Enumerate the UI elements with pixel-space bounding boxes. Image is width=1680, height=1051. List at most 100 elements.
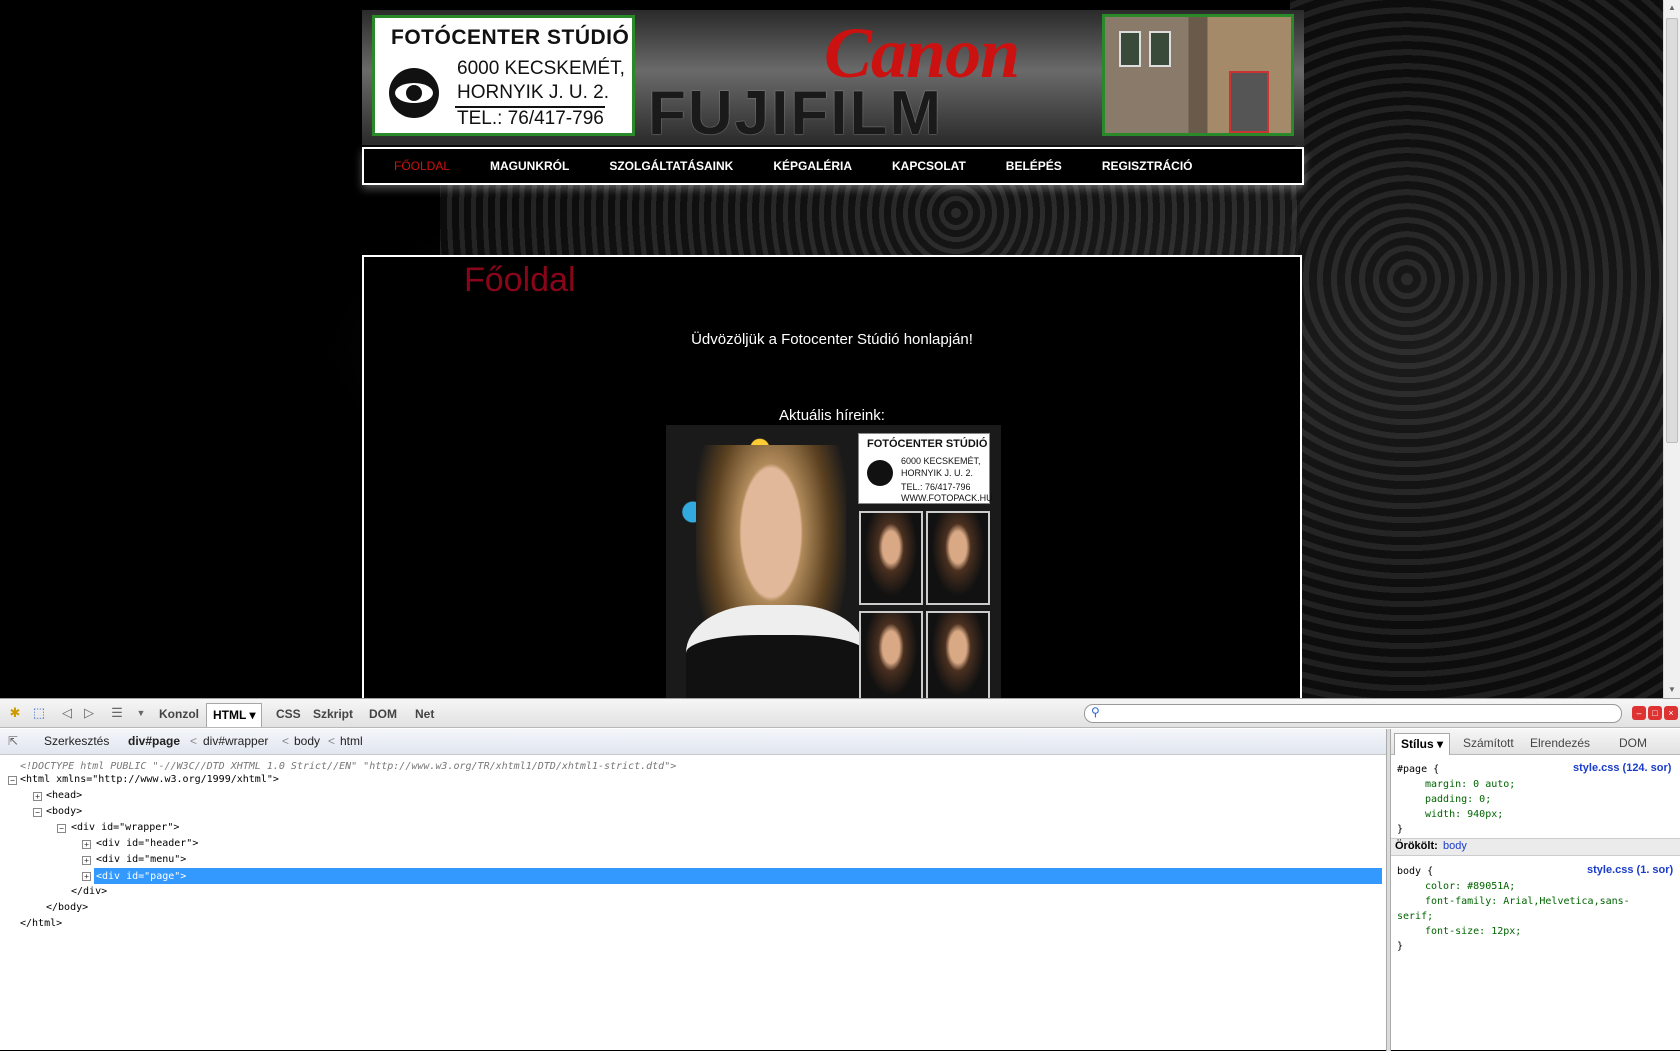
menu-item-kapcsolat[interactable]: KAPCSOLAT [892,159,966,173]
close-icon[interactable]: × [1664,706,1678,720]
collapse-icon[interactable]: − [33,808,42,817]
page-node-selected[interactable]: <div id="page"> [96,869,186,884]
edit-button[interactable]: Szerkesztés [44,734,109,748]
scroll-up-icon[interactable]: ▲ [1664,0,1680,16]
menu-item-regisztracio[interactable]: REGISZTRÁCIÓ [1102,159,1193,173]
css-property[interactable]: margin: 0 auto; [1425,777,1515,792]
eye-logo-icon [867,460,893,486]
poster-thumbnail [926,611,990,698]
selected-row-highlight [94,868,1382,884]
tab-szkript[interactable]: Szkript [307,703,359,727]
crumb-div-wrapper[interactable]: div#wrapper [203,734,268,748]
expand-icon[interactable]: + [33,792,42,801]
html-close[interactable]: </html> [20,916,62,931]
tab-szamitott[interactable]: Számított [1457,733,1520,755]
menu-item-belepes[interactable]: BELÉPÉS [1006,159,1062,173]
logo-phone: TEL.: 76/417-796 [457,108,604,129]
back-icon[interactable]: ◁ [58,704,76,722]
css-selector-body[interactable]: body { [1397,864,1433,879]
tab-konzol[interactable]: Konzol [153,703,205,727]
tab-dom-side[interactable]: DOM [1613,733,1653,755]
breadcrumb: ⇱ Szerkesztés div#page < div#wrapper < b… [0,729,1386,755]
tab-html-label: HTML [213,708,247,722]
crumb-separator: < [190,734,198,748]
search-icon: ⚲ [1091,705,1100,719]
menu-node[interactable]: <div id="menu"> [96,852,186,867]
expand-icon[interactable]: + [82,872,91,881]
eye-logo-icon [389,68,439,118]
body-node[interactable]: <body> [46,804,82,819]
collapse-icon[interactable]: − [57,824,66,833]
tab-dom[interactable]: DOM [363,703,403,727]
poster-logo-line: 6000 KECSKEMÉT, [901,456,981,466]
forward-icon[interactable]: ▷ [80,704,98,722]
header-node[interactable]: <div id="header"> [96,836,198,851]
head-node[interactable]: <head> [46,788,82,803]
minimize-icon[interactable]: – [1632,706,1646,720]
css-property[interactable]: color: #89051A; [1425,879,1515,894]
site-logo[interactable]: FOTÓCENTER STÚDIÓ 6000 KECSKEMÉT, HORNYI… [372,15,635,136]
shop-photo [1102,14,1294,136]
firebug-panel: ✱ ⬚ ◁ ▷ ☰ ▼ Konzol HTML ▾ CSS Szkript DO… [0,698,1680,1051]
poster-logo-line: HORNYIK J. U. 2. [901,468,974,478]
logo-address-line: HORNYIK J. U. 2. [457,82,610,103]
body-close[interactable]: </body> [46,900,88,915]
dropdown-icon[interactable]: ▼ [132,704,150,722]
firebug-icon[interactable]: ✱ [6,704,24,722]
shop-door [1229,71,1269,133]
news-poster-image[interactable]: FOTÓCENTER STÚDIÓ 6000 KECSKEMÉT, HORNYI… [666,425,1001,698]
css-property[interactable]: padding: 0; [1425,792,1491,807]
wrapper-close[interactable]: </div> [71,884,107,899]
site-header: FOTÓCENTER STÚDIÓ 6000 KECSKEMÉT, HORNYI… [362,10,1304,148]
page-title: Főoldal [464,261,576,299]
devtools-toolbar: ✱ ⬚ ◁ ▷ ☰ ▼ Konzol HTML ▾ CSS Szkript DO… [0,699,1680,728]
crumb-body[interactable]: body [294,734,320,748]
detach-icon[interactable]: □ [1648,706,1662,720]
crumb-div-page[interactable]: div#page [128,734,180,748]
css-property[interactable]: font-family: Arial,Helvetica,sans- [1425,894,1630,909]
poster-thumbnail [926,511,990,605]
scrollbar-thumb[interactable] [1666,18,1678,443]
inherited-from-link[interactable]: body [1443,840,1467,852]
menu-item-magunkrol[interactable]: MAGUNKRÓL [490,159,569,173]
page-scrollbar[interactable]: ▲ ▼ [1663,0,1680,698]
welcome-text: Üdvözöljük a Fotocenter Stúdió honlapján… [691,331,973,348]
tab-html[interactable]: HTML ▾ [206,703,263,727]
expand-icon[interactable]: ⇱ [8,734,18,748]
html-node[interactable]: <html xmlns="http://www.w3.org/1999/xhtm… [20,772,279,787]
expand-icon[interactable]: + [82,840,91,849]
tab-stilus-label: Stílus [1401,737,1434,751]
poster-logo-title: FOTÓCENTER STÚDIÓ [867,438,988,450]
css-rule-close: } [1397,824,1404,835]
expand-icon[interactable]: + [82,856,91,865]
tab-elrendezes[interactable]: Elrendezés [1524,733,1596,755]
menu-item-fooldal[interactable]: FŐOLDAL [394,159,450,173]
css-selector-page[interactable]: #page { [1397,762,1439,777]
menu-item-szolgaltatasaink[interactable]: SZOLGÁLTATÁSAINK [609,159,733,173]
main-menu: FŐOLDAL MAGUNKRÓL SZOLGÁLTATÁSAINK KÉPGA… [362,147,1304,185]
tab-stilus[interactable]: Stílus ▾ [1394,733,1451,755]
css-source-link[interactable]: style.css (124. sor) [1573,762,1671,774]
list-icon[interactable]: ☰ [108,704,126,722]
css-property[interactable]: font-size: 12px; [1425,924,1521,939]
scroll-down-icon[interactable]: ▼ [1664,682,1680,698]
collapse-icon[interactable]: − [8,776,17,785]
tab-net[interactable]: Net [409,703,440,727]
crumb-html[interactable]: html [340,734,363,748]
background-texture [440,185,1300,255]
inspect-icon[interactable]: ⬚ [30,704,48,722]
css-property[interactable]: width: 940px; [1425,807,1503,822]
menu-item-kepgaleria[interactable]: KÉPGALÉRIA [773,159,852,173]
devtools-search-input[interactable]: ⚲ [1084,704,1622,723]
poster-logo: FOTÓCENTER STÚDIÓ 6000 KECSKEMÉT, HORNYI… [858,433,993,504]
style-panel: #page { style.css (124. sor) margin: 0 a… [1391,756,1680,1051]
poster-thumbnail [859,611,923,698]
css-source-link[interactable]: style.css (1. sor) [1587,864,1673,876]
crumb-separator: < [328,734,336,748]
browser-viewport: FOTÓCENTER STÚDIÓ 6000 KECSKEMÉT, HORNYI… [0,0,1680,698]
poster-logo-line: TEL.: 76/417-796 [901,482,971,492]
tab-css[interactable]: CSS [270,703,307,727]
inherited-label: Örökölt: [1395,840,1438,852]
wrapper-node[interactable]: <div id="wrapper"> [71,820,179,835]
crumb-separator: < [282,734,290,748]
